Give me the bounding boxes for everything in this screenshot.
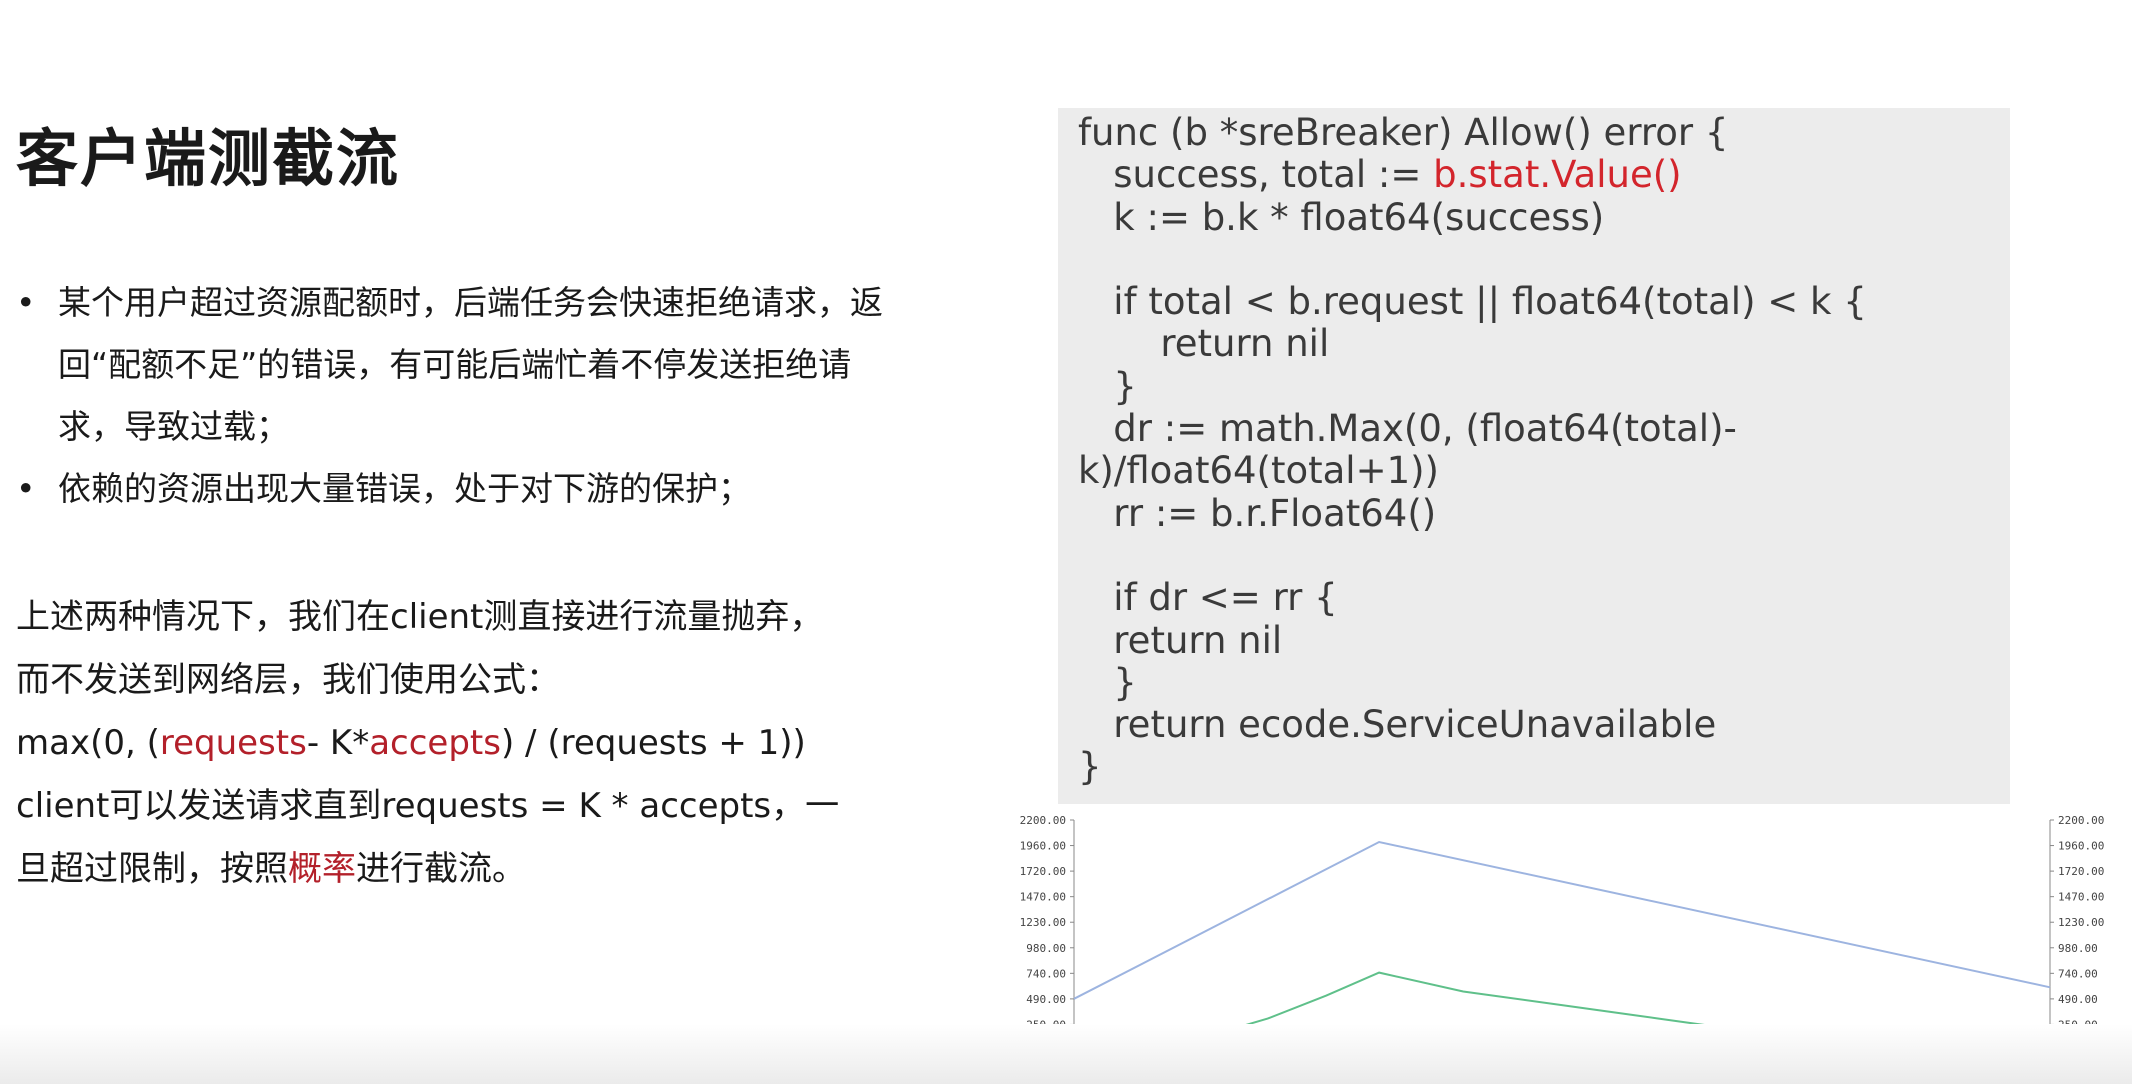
- code-line: }: [1078, 364, 1137, 408]
- para-line: client可以发送请求直到requests = K * accepts，一: [16, 786, 840, 826]
- code-line: success, total :=: [1078, 153, 1434, 197]
- para-line: 上述两种情况下，我们在client测直接进行流量抛弃，: [16, 597, 824, 637]
- code-block: func (b *sreBreaker) Allow() error { suc…: [1058, 108, 2010, 804]
- y-tick-label-right: 490.00: [2058, 993, 2098, 1006]
- formula-text: - K*: [306, 723, 370, 763]
- formula-line: max(0, (requests- K*accepts) / (requests…: [16, 712, 916, 775]
- code-line: k)/float64(total+1)): [1078, 449, 1439, 493]
- bullet-list: • 某个用户超过资源配额时，后端任务会快速拒绝请求，返回“配额不足”的错误，有可…: [16, 272, 896, 520]
- code-line: rr := b.r.Float64(): [1078, 491, 1437, 535]
- bullet-marker: •: [16, 283, 36, 322]
- bullet-text: 依赖的资源出现大量错误，处于对下游的保护；: [58, 469, 751, 508]
- y-tick-label-left: 740.00: [1026, 967, 1066, 980]
- bullet-text: 某个用户超过资源配额时，后端任务会快速拒绝请求，返回“配额不足”的错误，有可能后…: [58, 283, 883, 446]
- bullet-marker: •: [16, 469, 36, 508]
- y-tick-label-right: 740.00: [2058, 967, 2098, 980]
- code-text: func (b *sreBreaker) Allow() error { suc…: [1078, 111, 1867, 789]
- para-line: 旦超过限制，按照概率进行截流。: [16, 838, 916, 901]
- y-tick-label-right: 1720.00: [2058, 865, 2104, 878]
- bottom-bar: [0, 1024, 2132, 1084]
- code-line: return nil: [1078, 322, 1330, 366]
- y-tick-label-left: 980.00: [1026, 942, 1066, 955]
- code-line: dr := math.Max(0, (float64(total)-: [1078, 407, 1737, 451]
- code-line: return ecode.ServiceUnavailable: [1078, 703, 1717, 747]
- para-text: 进行截流。: [356, 849, 526, 889]
- code-line: }: [1078, 745, 1102, 789]
- para-text: 旦超过限制，按照: [16, 849, 288, 889]
- y-tick-label-right: 2200.00: [2058, 814, 2104, 827]
- para-line: 而不发送到网络层，我们使用公式：: [16, 660, 560, 700]
- bullet-item-quota: • 某个用户超过资源配额时，后端任务会快速拒绝请求，返回“配额不足”的错误，有可…: [16, 272, 896, 458]
- code-highlight: b.stat.Value(): [1433, 153, 1682, 197]
- y-tick-label-right: 1960.00: [2058, 840, 2104, 853]
- formula-accepts: accepts: [369, 723, 501, 763]
- code-line: func (b *sreBreaker) Allow() error {: [1078, 111, 1729, 154]
- page-title: 客户端测截流: [16, 122, 401, 195]
- y-tick-label-right: 1230.00: [2058, 916, 2104, 929]
- y-tick-label-left: 1470.00: [1020, 891, 1066, 904]
- formula-paragraph: 上述两种情况下，我们在client测直接进行流量抛弃， 而不发送到网络层，我们使…: [16, 586, 916, 901]
- code-line: return nil: [1078, 618, 1283, 662]
- formula-text: max(0, (: [16, 723, 160, 763]
- code-line: if total < b.request || float64(total) <…: [1078, 280, 1867, 324]
- y-tick-label-left: 490.00: [1026, 993, 1066, 1006]
- code-line: k := b.k * float64(success): [1078, 195, 1605, 239]
- y-tick-label-right: 1470.00: [2058, 891, 2104, 904]
- y-tick-label-left: 1720.00: [1020, 865, 1066, 878]
- series-line-1: [1073, 840, 2051, 1000]
- bullet-item-dependency: • 依赖的资源出现大量错误，处于对下游的保护；: [16, 458, 896, 520]
- y-tick-label-left: 1230.00: [1020, 916, 1066, 929]
- y-tick-label-left: 2200.00: [1020, 814, 1066, 827]
- y-tick-label-right: 980.00: [2058, 942, 2098, 955]
- formula-requests: requests: [159, 723, 307, 763]
- probability-highlight: 概率: [288, 849, 356, 889]
- code-line: if dr <= rr {: [1078, 576, 1338, 620]
- code-line: }: [1078, 660, 1137, 704]
- formula-text: ) / (requests + 1)): [500, 723, 806, 763]
- y-tick-label-left: 1960.00: [1020, 840, 1066, 853]
